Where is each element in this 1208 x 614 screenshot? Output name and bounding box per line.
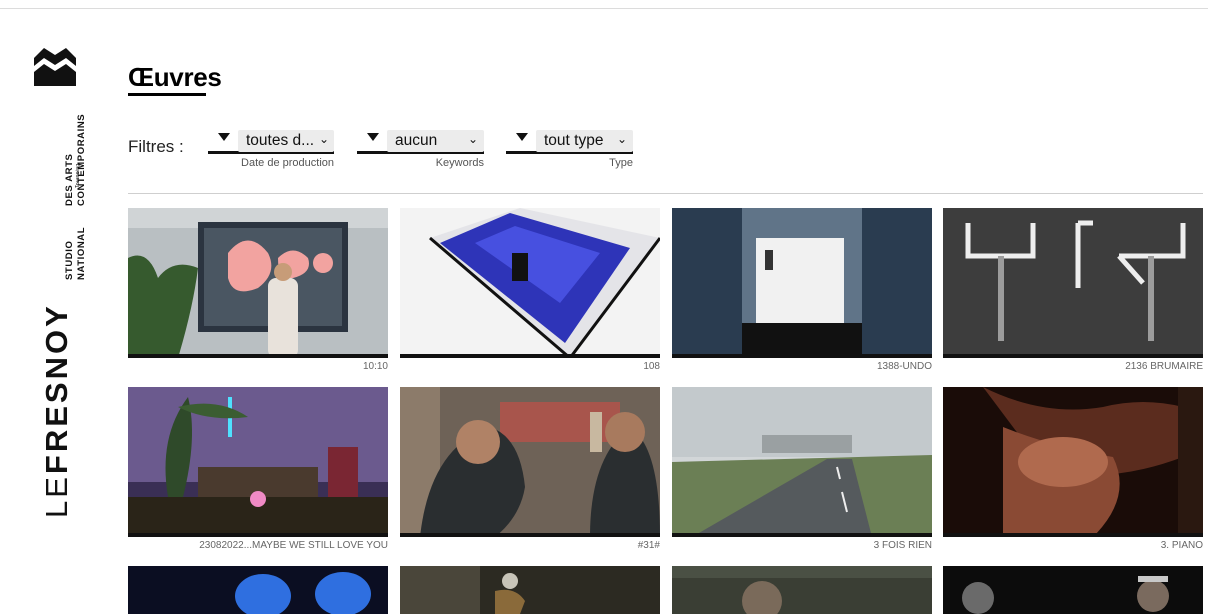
work-thumbnail[interactable] bbox=[943, 387, 1203, 537]
work-thumbnail[interactable] bbox=[400, 387, 660, 537]
type-select[interactable]: tout type ⌄ bbox=[536, 130, 633, 152]
filter-date-production[interactable]: toutes d... ⌄ Date de production bbox=[208, 130, 334, 170]
work-title[interactable]: 108 bbox=[643, 361, 660, 372]
filter-caption: Keywords bbox=[435, 157, 484, 169]
page-title: Œuvres bbox=[128, 62, 222, 92]
work-title[interactable]: #31# bbox=[638, 540, 660, 551]
brand-national: NATIONAL bbox=[76, 226, 87, 280]
top-divider bbox=[0, 8, 1208, 9]
work-thumbnail[interactable] bbox=[128, 208, 388, 358]
work-title[interactable]: 10:10 bbox=[363, 361, 388, 372]
caret-down-icon[interactable] bbox=[516, 133, 528, 141]
filter-keywords[interactable]: aucun ⌄ Keywords bbox=[357, 130, 484, 170]
brand-sidebar[interactable]: Tourcoing DES ARTS CONTEMPORAINS STUDIO … bbox=[30, 44, 87, 524]
filter-type[interactable]: tout type ⌄ Type bbox=[506, 130, 633, 170]
title-underline bbox=[128, 93, 206, 96]
keywords-select-value: aucun bbox=[395, 132, 438, 149]
work-thumbnail[interactable] bbox=[672, 566, 932, 614]
work-title[interactable]: 1388-UNDO bbox=[877, 361, 932, 372]
work-thumbnail[interactable] bbox=[672, 387, 932, 537]
filters-label: Filtres : bbox=[128, 137, 184, 156]
work-title[interactable]: 23082022...MAYBE WE STILL LOVE YOU bbox=[199, 540, 388, 551]
chevron-down-icon: ⌄ bbox=[319, 132, 330, 146]
work-thumbnail[interactable] bbox=[943, 566, 1203, 614]
brand-wordmark-le: LE bbox=[39, 474, 74, 518]
chevron-down-icon: ⌄ bbox=[617, 132, 628, 146]
work-thumbnail[interactable] bbox=[672, 208, 932, 358]
work-title[interactable]: 2136 BRUMAIRE bbox=[1125, 361, 1203, 372]
work-thumbnail[interactable] bbox=[128, 566, 388, 614]
chevron-down-icon: ⌄ bbox=[468, 132, 479, 146]
brand-des-arts: DES ARTS bbox=[64, 153, 75, 206]
filter-caption: Type bbox=[609, 157, 633, 169]
brand-contemporains: CONTEMPORAINS bbox=[76, 113, 87, 206]
filter-keywords-control[interactable]: aucun ⌄ bbox=[357, 130, 484, 154]
work-thumbnail[interactable] bbox=[128, 387, 388, 537]
keywords-select[interactable]: aucun ⌄ bbox=[387, 130, 484, 152]
filter-caption: Date de production bbox=[241, 157, 334, 169]
caret-down-icon[interactable] bbox=[367, 133, 379, 141]
work-title[interactable]: 3. PIANO bbox=[1161, 540, 1203, 551]
brand-wordmark-fresnoy: FRESNOY bbox=[39, 303, 74, 475]
brand-wordmark: LEFRESNOY bbox=[39, 303, 74, 518]
type-select-value: tout type bbox=[544, 132, 604, 149]
caret-down-icon[interactable] bbox=[218, 133, 230, 141]
work-thumbnail[interactable] bbox=[943, 208, 1203, 358]
date-select[interactable]: toutes d... ⌄ bbox=[238, 130, 334, 152]
work-thumbnail[interactable] bbox=[400, 208, 660, 358]
work-title[interactable]: 3 FOIS RIEN bbox=[874, 540, 932, 551]
filter-date-control[interactable]: toutes d... ⌄ bbox=[208, 130, 334, 154]
date-select-value: toutes d... bbox=[246, 132, 315, 149]
fresnoy-roof-logo-icon bbox=[34, 48, 76, 86]
work-thumbnail[interactable] bbox=[400, 566, 660, 614]
filters-divider bbox=[128, 193, 1203, 194]
brand-studio: STUDIO bbox=[64, 240, 75, 281]
filter-type-control[interactable]: tout type ⌄ bbox=[506, 130, 633, 154]
